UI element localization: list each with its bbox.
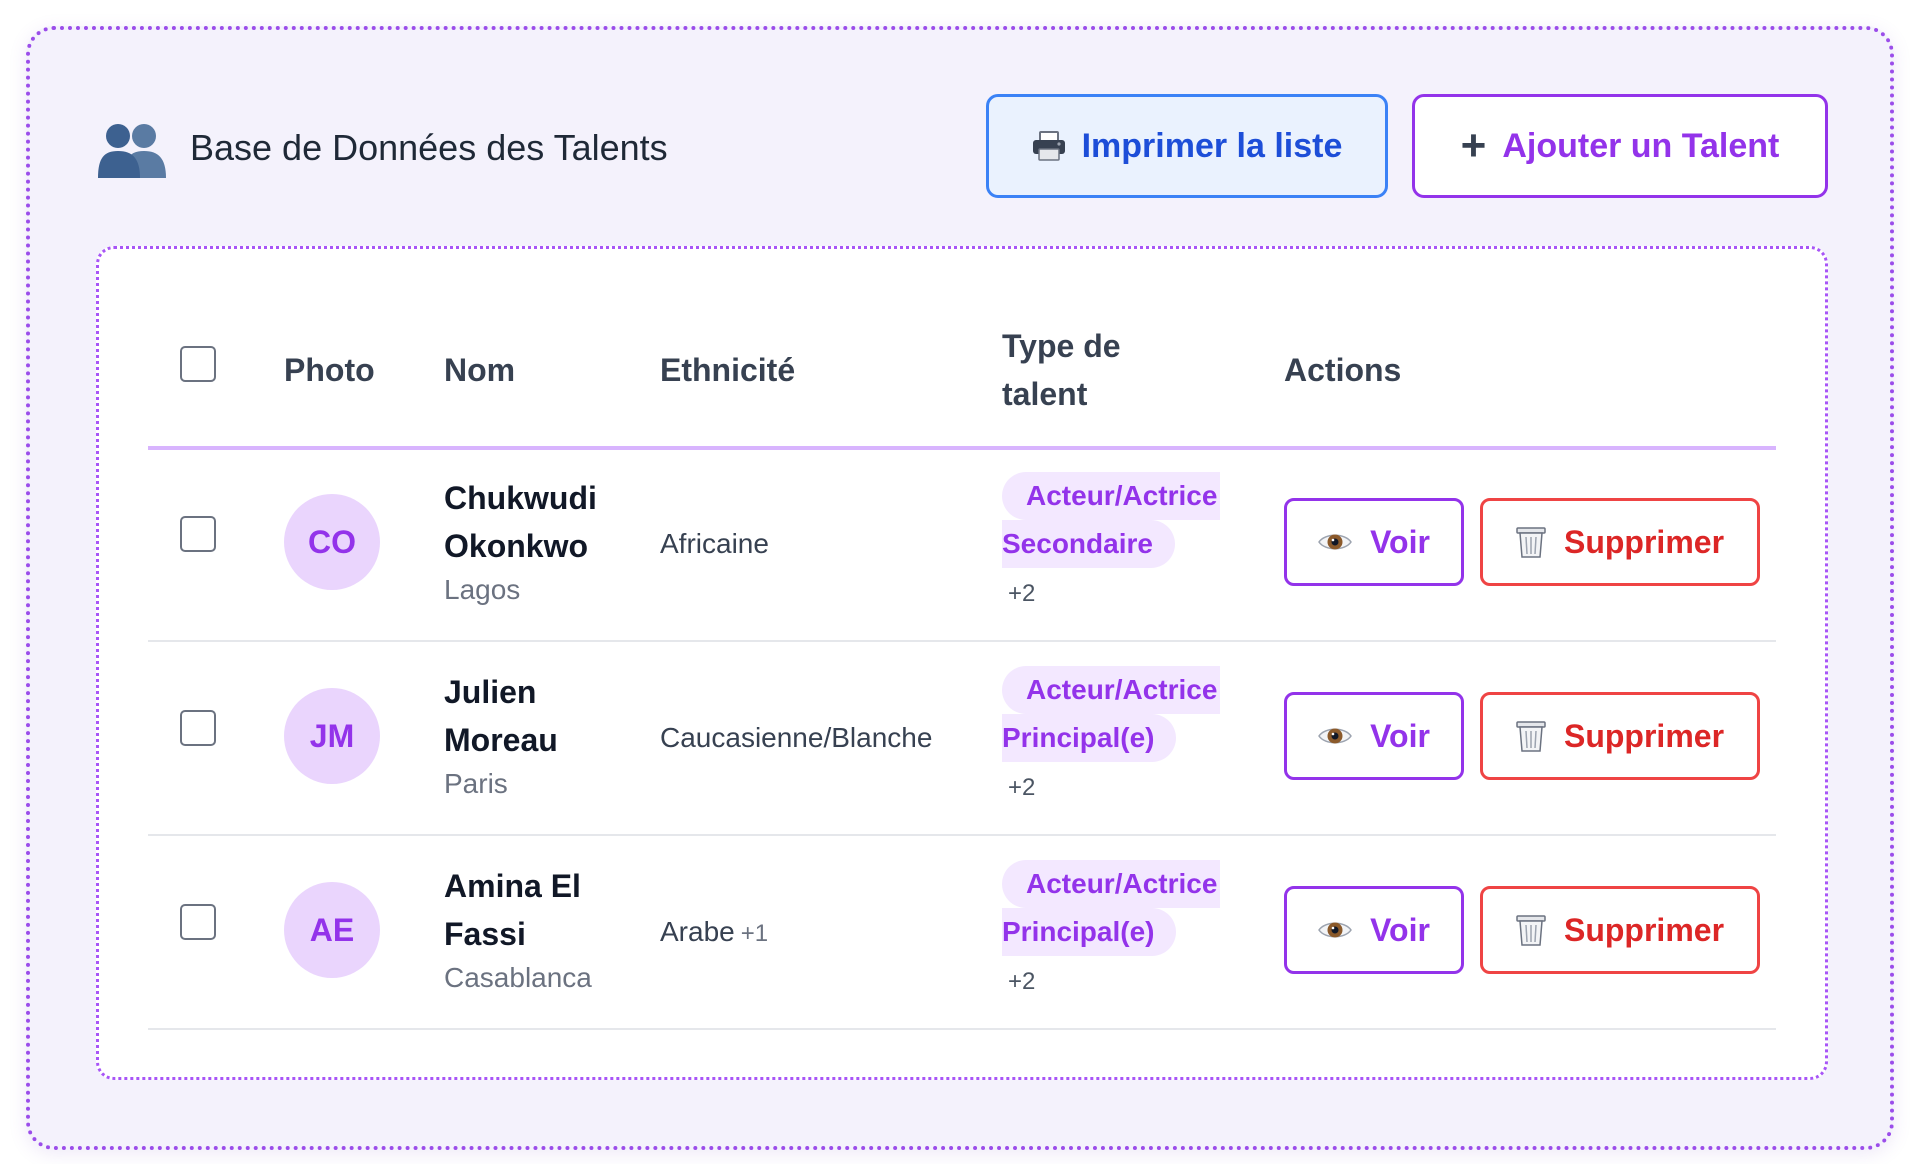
talent-type-tag-line1: Acteur/Actrice	[1002, 860, 1220, 908]
talent-name-line1: Julien	[444, 674, 537, 710]
print-list-label: Imprimer la liste	[1081, 126, 1343, 165]
delete-button[interactable]: Supprimer	[1480, 886, 1760, 974]
talent-ethnicity: Africaine	[660, 528, 775, 560]
column-photo: Photo	[284, 352, 375, 388]
talent-type-more-count: +2	[1008, 774, 1036, 801]
eye-icon	[1318, 918, 1352, 942]
trash-icon	[1516, 525, 1546, 559]
talent-name-line2: Moreau	[444, 722, 558, 758]
view-button[interactable]: Voir	[1284, 692, 1464, 780]
talent-type-more-count: +2	[1008, 580, 1036, 607]
add-talent-button[interactable]: + Ajouter un Talent	[1412, 94, 1828, 198]
talent-name-line1: Chukwudi	[444, 480, 597, 516]
talent-name-line2: Fassi	[444, 916, 526, 952]
view-button[interactable]: Voir	[1284, 886, 1464, 974]
table-header	[148, 300, 1776, 450]
ethnicity-value: Africaine	[660, 528, 769, 559]
plus-icon: +	[1460, 121, 1487, 170]
avatar: CO	[284, 494, 380, 590]
row-checkbox[interactable]	[180, 516, 216, 552]
talent-type-more-count: +2	[1008, 968, 1036, 995]
add-talent-label: Ajouter un Talent	[1502, 126, 1780, 165]
avatar: AE	[284, 882, 380, 978]
talent-type-tag-line2: Principal(e)	[1002, 908, 1177, 956]
talent-type-tag-line1: Acteur/Actrice	[1002, 472, 1220, 520]
header: Base de Données des Talents	[96, 118, 668, 178]
users-icon	[98, 124, 166, 178]
row-checkbox[interactable]	[180, 710, 216, 746]
talent-name-line2: Okonkwo	[444, 528, 589, 564]
view-label: Voir	[1370, 523, 1430, 560]
eye-icon	[1318, 530, 1352, 554]
view-label: Voir	[1370, 911, 1430, 948]
talent-type-tag-line2: Secondaire	[1002, 520, 1175, 568]
delete-label: Supprimer	[1563, 717, 1725, 754]
printer-icon	[1032, 131, 1066, 161]
view-label: Voir	[1370, 717, 1430, 754]
talent-type-tag-line2: Principal(e)	[1002, 714, 1177, 762]
talent-city: Casablanca	[444, 962, 592, 993]
page-title: Base de Données des Talents	[190, 127, 668, 168]
talent-ethnicity: Arabe +1	[660, 916, 768, 948]
column-talent-type-line2: talent	[1002, 376, 1088, 412]
talent-city: Lagos	[444, 574, 521, 605]
column-ethnicity: Ethnicité	[660, 352, 796, 388]
delete-button[interactable]: Supprimer	[1480, 692, 1760, 780]
column-name: Nom	[444, 352, 516, 388]
ethnicity-extra-count[interactable]: +1	[741, 920, 768, 947]
trash-icon	[1516, 719, 1546, 753]
trash-icon	[1516, 913, 1546, 947]
column-actions: Actions	[1284, 352, 1402, 388]
talent-ethnicity: Caucasienne/Blanche	[660, 722, 938, 754]
talent-city: Paris	[444, 768, 508, 799]
select-all-checkbox[interactable]	[180, 346, 216, 382]
print-list-button[interactable]: Imprimer la liste	[986, 94, 1388, 198]
ethnicity-value: Caucasienne/Blanche	[660, 722, 933, 753]
delete-label: Supprimer	[1563, 911, 1725, 948]
ethnicity-value: Arabe	[660, 916, 735, 947]
column-talent-type-line1: Type de	[1002, 328, 1121, 364]
view-button[interactable]: Voir	[1284, 498, 1464, 586]
talent-type-tag-line1: Acteur/Actrice	[1002, 666, 1220, 714]
row-checkbox[interactable]	[180, 904, 216, 940]
talent-name-line1: Amina El	[444, 868, 581, 904]
avatar: JM	[284, 688, 380, 784]
delete-label: Supprimer	[1563, 523, 1725, 560]
eye-icon	[1318, 724, 1352, 748]
delete-button[interactable]: Supprimer	[1480, 498, 1760, 586]
